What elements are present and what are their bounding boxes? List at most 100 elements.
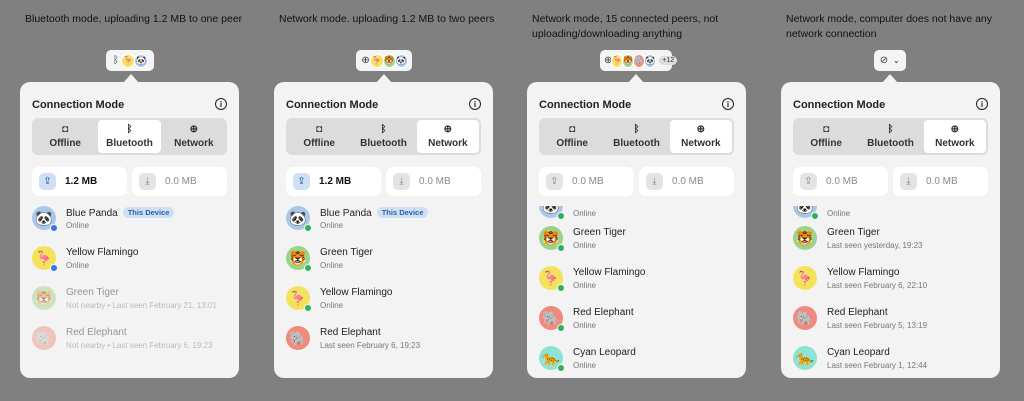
peer-list-item[interactable]: 🐼Online (539, 206, 739, 224)
peer-name-text: Red Elephant (827, 307, 888, 318)
peer-list: 🐼 Blue Panda This Device Online 🦩 Yellow Flam… (20, 206, 239, 378)
peer-list-item[interactable]: 🐘 Red Elephant Last seen February 5, 13:19 (793, 306, 993, 336)
peer-status: Online (66, 221, 90, 230)
peer-name: Red Elephant (827, 307, 888, 318)
peer-name: Green Tiger (320, 247, 373, 258)
info-icon[interactable]: i (469, 98, 481, 110)
mode-offline-button[interactable]: ◘ Offline (34, 120, 96, 153)
peer-status: Online (573, 321, 597, 330)
bluetooth-icon: ᛒ (633, 124, 640, 135)
mode-label: Bluetooth (613, 138, 660, 149)
upload-amount: 1.2 MB (65, 176, 98, 187)
peer-list-item[interactable]: 🐘 Red Elephant Last seen February 6, 19:23 (286, 326, 486, 356)
network-off-icon: ⊘ (879, 55, 889, 66)
peer-avatar: 🐯 (793, 226, 817, 250)
peer-status: Last seen February 6, 22:10 (827, 281, 928, 290)
peer-list-item[interactable]: 🦩 Yellow Flamingo Online (539, 266, 739, 296)
upload-icon: ⇪ (800, 173, 817, 190)
mode-offline-button[interactable]: ◘ Offline (288, 120, 350, 153)
offline-icon: ◘ (62, 124, 69, 135)
bluetooth-icon: ᛒ (887, 124, 894, 135)
mode-bluetooth-button[interactable]: ᛒ Bluetooth (352, 120, 414, 153)
mode-network-button[interactable]: ⊕ Network (923, 120, 986, 153)
mode-network-button[interactable]: ⊕ Network (416, 120, 479, 153)
peer-list-item[interactable]: 🐯 Green Tiger Online (539, 226, 739, 256)
mode-label: Bluetooth (360, 138, 407, 149)
peer-name: Green Tiger (66, 287, 119, 298)
upload-icon: ⇪ (293, 173, 310, 190)
download-icon: ⤓ (139, 173, 156, 190)
online-status-dot (811, 212, 819, 220)
peer-name-text: Green Tiger (827, 227, 880, 238)
info-icon[interactable]: i (215, 98, 227, 110)
peer-name: Red Elephant (320, 327, 381, 338)
connection-status-trigger[interactable]: ⊕ 🦩 🐯 🐼 (356, 50, 412, 71)
mode-network-button[interactable]: ⊕ Network (669, 120, 732, 153)
download-amount: 0.0 MB (672, 176, 704, 187)
mode-label: Bluetooth (106, 138, 153, 149)
upload-icon: ⇪ (546, 173, 563, 190)
peer-avatar-mini: 🐼 (644, 53, 657, 68)
peer-list-item[interactable]: 🐼 Blue Panda This Device Online (32, 206, 232, 236)
connection-mode-popover: Connection Mode i ◘ Offline ᛒ Bluetooth ⊕ Netwo… (781, 82, 1000, 378)
mode-label: Offline (49, 138, 81, 149)
mode-example-column: Network mode, 15 connected peers, not up… (527, 0, 746, 401)
peer-list-item[interactable]: 🐯 Green Tiger Not nearby • Last seen Febru… (32, 286, 232, 316)
mode-network-button[interactable]: ⊕ Network (163, 120, 225, 153)
peer-name-text: Yellow Flamingo (573, 267, 646, 278)
example-caption: Network mode, computer does not have any… (786, 13, 993, 40)
mode-label: Offline (810, 138, 842, 149)
peer-status: Last seen yesterday, 19:23 (827, 241, 923, 250)
peer-list-item[interactable]: 🦩 Yellow Flamingo Last seen February 6, 22… (793, 266, 993, 296)
online-status-dot (304, 264, 312, 272)
mode-segmented-control: ◘ Offline ᛒ Bluetooth ⊕ Network (286, 118, 481, 155)
peer-name-text: Green Tiger (66, 287, 119, 298)
peer-status: Online (573, 281, 597, 290)
peer-list-item[interactable]: 🐆 Cyan Leopard Last seen February 1, 12:44 (793, 346, 993, 376)
example-caption: Network mode, 15 connected peers, not up… (532, 13, 719, 40)
peer-list-item[interactable]: 🐘 Red Elephant Online (539, 306, 739, 336)
peer-list-item[interactable]: 🐘 Red Elephant Not nearby • Last seen Febr… (32, 326, 232, 356)
peer-list-item[interactable]: 🐼Online (793, 206, 993, 224)
mode-offline-button[interactable]: ◘ Offline (541, 120, 603, 153)
popover-title: Connection Mode (32, 99, 125, 111)
info-icon[interactable]: i (722, 98, 734, 110)
peer-list-item[interactable]: 🐆 Cyan Leopard Online (539, 346, 739, 376)
mode-label: Offline (303, 138, 335, 149)
online-status-dot (304, 224, 312, 232)
peer-status: Not nearby • Last seen February 6, 19:23 (66, 341, 213, 350)
peer-name: Cyan Leopard (827, 347, 890, 358)
connection-status-trigger[interactable]: ⊕ 🦩 🐯 🐘 🐼 +12 (600, 50, 678, 71)
online-status-dot (557, 244, 565, 252)
upload-amount: 1.2 MB (319, 176, 352, 187)
offline-icon: ◘ (823, 124, 830, 135)
peer-status: Online (827, 209, 851, 218)
peer-status: Online (573, 209, 597, 218)
network-icon: ⊕ (950, 124, 960, 135)
bluetooth-icon: ᛒ (126, 124, 133, 135)
peer-list-item[interactable]: 🐼 Blue Panda This Device Online (286, 206, 486, 236)
upload-stat: ⇪ 0.0 MB (793, 167, 888, 196)
peer-list-item[interactable]: 🐯 Green Tiger Online (286, 246, 486, 276)
mode-offline-button[interactable]: ◘ Offline (795, 120, 857, 153)
network-icon: ⊕ (189, 124, 199, 135)
peer-list-item[interactable]: 🦩 Yellow Flamingo Online (286, 286, 486, 316)
peer-list-item[interactable]: 🐯 Green Tiger Last seen yesterday, 19:23 (793, 226, 993, 256)
peer-name-text: Green Tiger (320, 247, 373, 258)
mode-bluetooth-button[interactable]: ᛒ Bluetooth (605, 120, 667, 153)
mode-example-column: Bluetooth mode, uploading 1.2 MB to one … (20, 0, 242, 401)
connection-status-trigger[interactable]: ᛒ 🦩 🐼 (106, 50, 154, 71)
peer-list-item[interactable]: 🦩 Yellow Flamingo Online (32, 246, 232, 276)
info-icon[interactable]: i (976, 98, 988, 110)
peer-name-text: Red Elephant (320, 327, 381, 338)
mode-bluetooth-button[interactable]: ᛒ Bluetooth (859, 120, 921, 153)
online-status-dot (50, 224, 58, 232)
mode-bluetooth-button[interactable]: ᛒ Bluetooth (98, 120, 161, 153)
transfer-stats: ⇪ 0.0 MB ⤓ 0.0 MB (793, 167, 988, 196)
peer-count-badge: +12 (659, 56, 678, 65)
peer-avatar-mini: 🐼 (394, 53, 408, 68)
popover-title: Connection Mode (539, 99, 632, 111)
connection-status-trigger[interactable]: ⊘ ⌄ (874, 50, 906, 71)
peer-avatar-mini: 🦩 (370, 53, 384, 68)
peer-status: Online (66, 261, 90, 270)
